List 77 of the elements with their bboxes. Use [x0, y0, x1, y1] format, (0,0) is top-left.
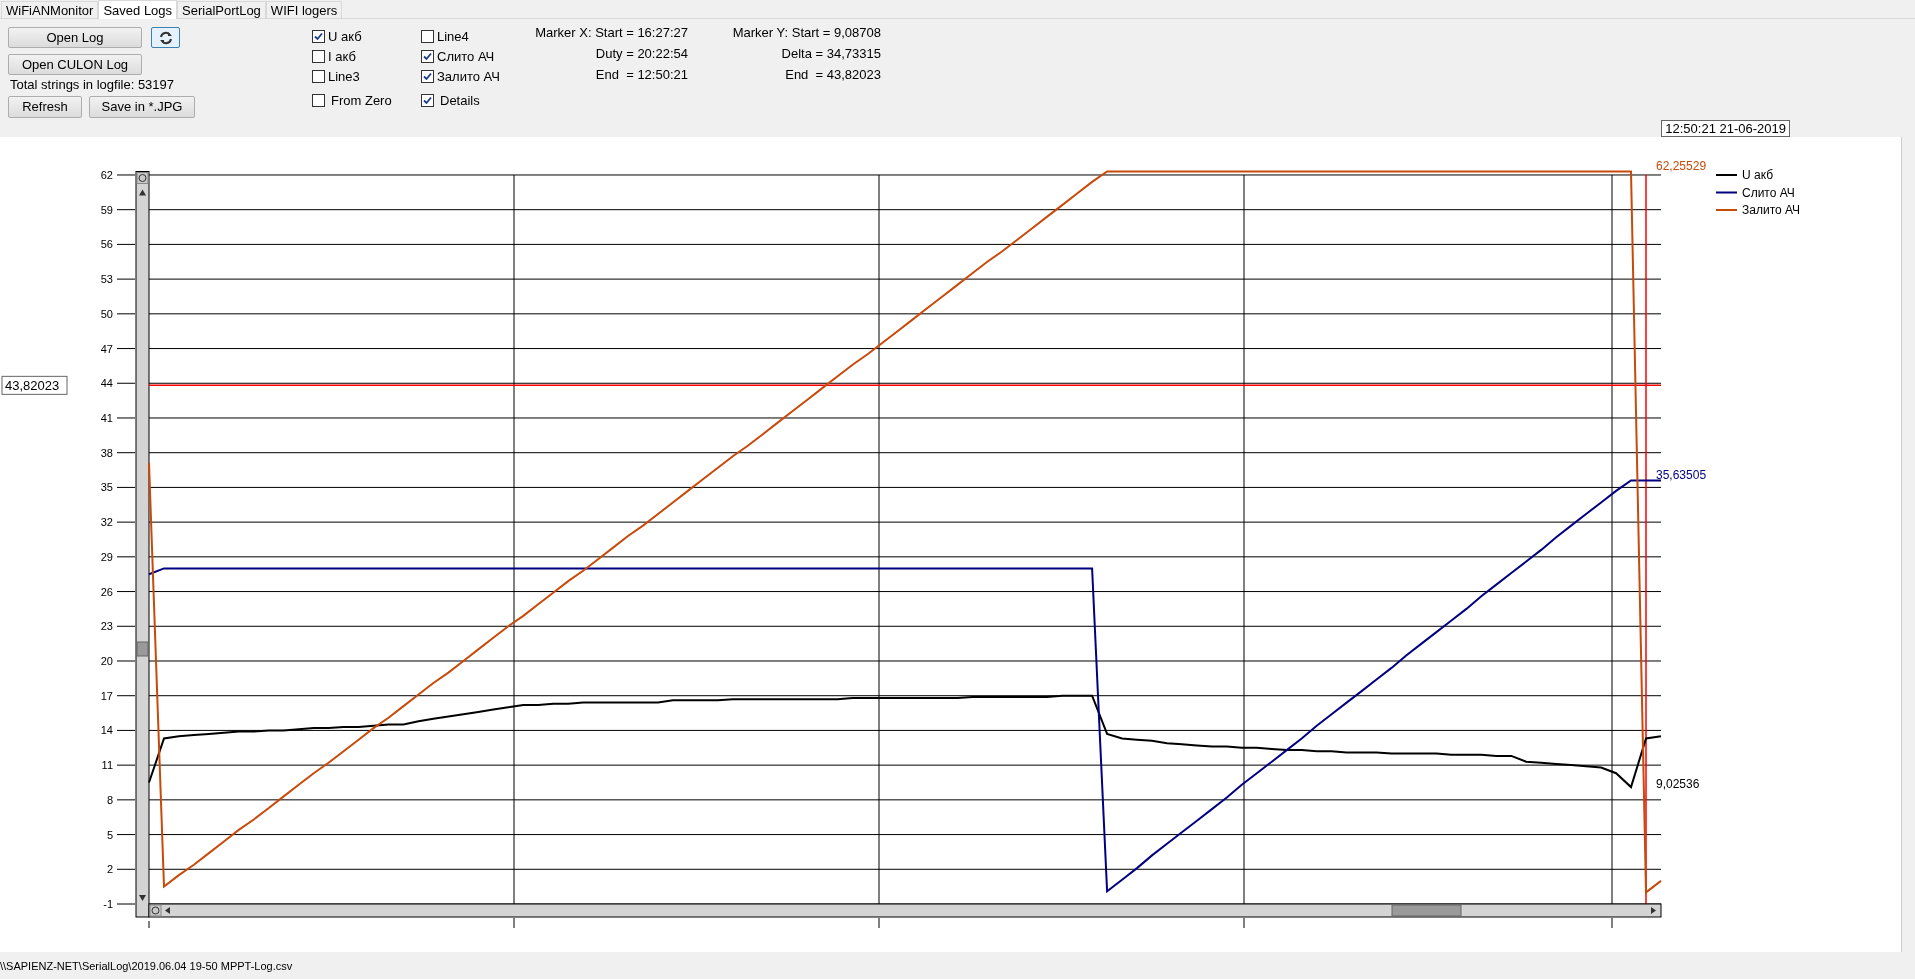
y-axis-label: 35 — [100, 481, 113, 494]
marker-y-reading: Marker Y: Start = 9,08708 — [732, 24, 881, 42]
checkmark-icon — [422, 51, 433, 62]
checkbox-option[interactable]: U акб — [312, 27, 362, 46]
open-culon-log-button[interactable]: Open CULON Log — [8, 54, 142, 75]
reload-button[interactable] — [151, 27, 180, 48]
value-label: 62,25529 — [1656, 159, 1707, 173]
checkbox-option[interactable]: Line4 — [421, 27, 469, 46]
checkbox-option[interactable]: Слито АЧ — [421, 47, 495, 66]
y-axis-label: 62 — [100, 168, 113, 181]
tab[interactable]: SerialPortLog — [177, 1, 266, 18]
checkbox-option[interactable]: Залито АЧ — [421, 67, 500, 86]
scroll-right-icon — [1651, 907, 1656, 914]
y-axis-label: 11 — [101, 759, 113, 772]
marker-x-reading: End = 12:50:21 — [595, 66, 688, 84]
legend-label: Слито АЧ — [1742, 185, 1795, 200]
open-log-button[interactable]: Open Log — [8, 27, 142, 48]
y-axis-label: 2 — [106, 863, 113, 876]
y-axis-label: 44 — [100, 377, 113, 390]
marker-y-reading: End = 43,82023 — [785, 66, 881, 84]
y-axis-label: 47 — [100, 342, 113, 355]
y-axis-label: 53 — [100, 273, 113, 286]
checkbox[interactable] — [312, 50, 325, 63]
checkbox[interactable] — [312, 70, 325, 83]
y-axis-label: 23 — [100, 620, 113, 633]
scroll-up-icon — [139, 189, 146, 196]
checkbox[interactable] — [312, 30, 325, 43]
checkbox[interactable] — [421, 70, 434, 83]
zoom-reset-icon — [136, 172, 149, 184]
scroll-left-icon — [165, 907, 170, 914]
cursor-time-label: 12:50:21 21-06-2019 — [1661, 120, 1790, 137]
marker-value-label: 43,82023 — [1, 375, 68, 395]
y-axis-label: 41 — [100, 412, 113, 424]
total-strings-text: Total strings in logfile: 53197 — [10, 77, 175, 93]
y-axis-label: -1 — [103, 898, 113, 910]
checkbox-option[interactable]: Details — [421, 91, 480, 110]
checkbox[interactable] — [421, 94, 434, 107]
checkmark-icon — [422, 95, 433, 106]
checkbox[interactable] — [421, 50, 434, 63]
y-axis-label: 20 — [100, 655, 113, 667]
y-axis-label: 32 — [100, 516, 113, 529]
y-axis-label: 8 — [106, 793, 113, 806]
legend-label: Залито АЧ — [1742, 203, 1801, 217]
y-axis-label: 17 — [100, 689, 113, 702]
y-axis-label: 50 — [100, 307, 113, 320]
y-axis-label: 56 — [100, 238, 113, 251]
legend-label: U акб — [1742, 168, 1774, 182]
marker-x-reading: Marker X: Start = 16:27:27 — [535, 24, 688, 42]
y-axis-label: 14 — [100, 724, 113, 737]
value-label: 9,02536 — [1656, 777, 1700, 791]
checkmark-icon — [313, 31, 324, 42]
checkbox-option[interactable]: Line3 — [312, 67, 360, 86]
y-axis-label: 38 — [100, 446, 113, 459]
checkbox[interactable] — [421, 30, 434, 43]
checkmark-icon — [422, 71, 433, 82]
tab[interactable]: WIFI logers — [265, 1, 343, 18]
refresh-icon — [158, 30, 173, 45]
y-axis-label: 26 — [100, 585, 113, 598]
scrollbar-thumb — [136, 641, 149, 657]
checkbox-option[interactable]: From Zero — [312, 91, 392, 110]
marker-y-reading: Delta = 34,73315 — [781, 45, 881, 63]
value-label: 35,63505 — [1656, 468, 1707, 482]
tab[interactable]: WiFiANMonitor — [1, 1, 99, 18]
scrollbar-thumb — [1391, 904, 1462, 917]
y-axis-label: 29 — [100, 550, 113, 563]
checkbox[interactable] — [312, 94, 325, 107]
tab[interactable]: Saved Logs — [98, 0, 178, 19]
scroll-down-icon — [139, 895, 146, 901]
save-jpg-button[interactable]: Save in *.JPG — [89, 96, 195, 118]
checkbox-option[interactable]: I акб — [312, 47, 356, 66]
file-path-text: \\SAPIENZ-NET\SerialLog\2019.06.04 19-50 MPPT-Log.csv — [0, 958, 293, 973]
y-axis-label: 59 — [100, 203, 113, 216]
y-axis-label: 5 — [106, 828, 113, 841]
marker-x-reading: Duty = 20:22:54 — [595, 45, 688, 63]
refresh-button[interactable]: Refresh — [8, 96, 82, 118]
legend-swatch — [1715, 191, 1738, 194]
zoom-reset-icon — [149, 904, 162, 917]
